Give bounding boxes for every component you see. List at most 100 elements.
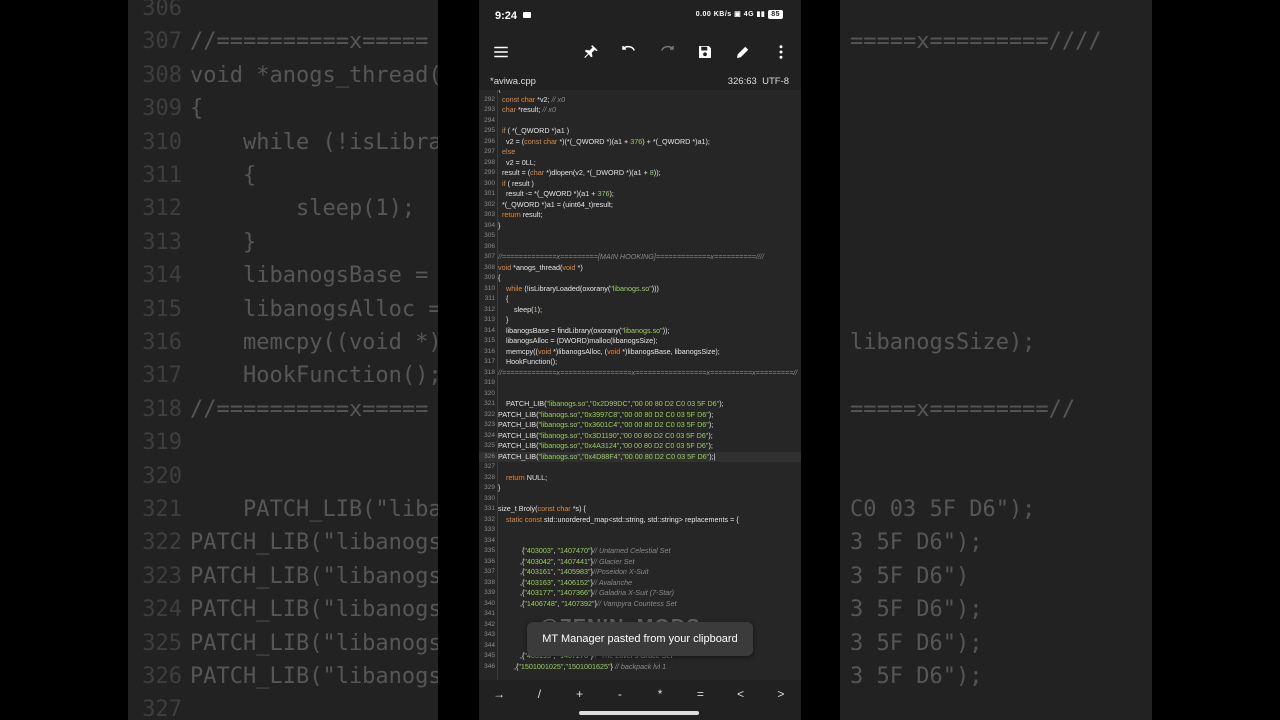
code-line[interactable]: 310 while (!isLibraryLoaded(oxorany("lib…	[479, 284, 801, 295]
line-number: 298	[484, 158, 495, 166]
background-line-text: PATCH_LIB("libanogs.	[190, 630, 455, 656]
code-line[interactable]: 335 {"403003", "1407470"}// Untamed Cele…	[479, 546, 801, 557]
code-editor[interactable]: 291{292 const char *v2; // x0293 char *r…	[479, 90, 801, 680]
symbol-key[interactable]: *	[640, 680, 680, 708]
symbol-key[interactable]: +	[560, 680, 600, 708]
code-line[interactable]: 346 ,{"1501001025","1501001625"} // back…	[479, 662, 801, 673]
undo-icon[interactable]	[617, 40, 641, 64]
line-number: 342	[484, 620, 495, 628]
code-line[interactable]: 317 HookFunction();	[479, 357, 801, 368]
background-line-text: {	[190, 96, 204, 122]
line-number: 333	[484, 526, 495, 533]
more-options-icon[interactable]	[769, 40, 793, 64]
code-line[interactable]: 294	[479, 116, 801, 127]
line-number: 294	[484, 116, 495, 124]
background-code-fragment: 3 5F D6");	[850, 530, 983, 556]
code-line[interactable]: 313 }	[479, 315, 801, 326]
background-line-text: sleep(1);	[190, 196, 416, 222]
code-line[interactable]: 338 ,{"403163", "1406152"}// Avalanche	[479, 578, 801, 589]
line-number: 324	[484, 431, 495, 439]
code-line[interactable]: 333	[479, 525, 801, 536]
line-number: 325	[484, 442, 495, 449]
symbol-key[interactable]: <	[721, 680, 761, 708]
clipboard-toast: MT Manager pasted from your clipboard	[527, 622, 753, 656]
code-line[interactable]: 315 libanogsAlloc = (DWORD)malloc(libano…	[479, 336, 801, 347]
cursor-position: 326:63 UTF-8	[728, 76, 789, 87]
line-number: 331	[484, 505, 495, 512]
line-number: 345	[484, 652, 495, 659]
code-text: ,{"403163", "1406152"}// Avalanche	[498, 577, 633, 587]
code-line[interactable]: 296 v2 = (const char *)(*(_QWORD *)(a1 +…	[479, 137, 801, 148]
pin-icon[interactable]	[579, 40, 603, 64]
code-line[interactable]: 325 PATCH_LIB("libanogs.so","0x4A3124","0…	[479, 441, 801, 452]
line-number: 314	[484, 326, 495, 334]
code-line[interactable]: 321 PATCH_LIB("libanogs.so","0x2D99DC","…	[479, 399, 801, 410]
background-line-number: 306	[142, 0, 182, 21]
code-line[interactable]: 331 size_t Broly(const char *s) {	[479, 504, 801, 515]
code-line[interactable]: 311 {	[479, 294, 801, 305]
code-line[interactable]: 340 ,{"1406748", "1407392"}// Vampyra Co…	[479, 599, 801, 610]
code-line[interactable]: 328 return NULL;	[479, 473, 801, 484]
background-line-text: libanogsBase = fi	[190, 263, 469, 289]
edit-pencil-icon[interactable]	[731, 40, 755, 64]
code-line[interactable]: 316 memcpy((void *)libanogsAlloc, (void …	[479, 347, 801, 358]
line-number: 316	[484, 347, 495, 355]
symbol-key[interactable]: -	[600, 680, 640, 708]
code-text: ,{"1501001025","1501001625"} // backpack…	[498, 661, 667, 671]
code-text: size_t Broly(const char *s) {	[498, 504, 586, 513]
code-line[interactable]: 308 void *anogs_thread(void *)	[479, 263, 801, 274]
redo-icon[interactable]	[655, 40, 679, 64]
code-line[interactable]: 302 *(_QWORD *)a1 = (uint64_t)result;	[479, 200, 801, 211]
home-indicator[interactable]	[579, 711, 699, 715]
code-line[interactable]: 326 PATCH_LIB("libanogs.so","0x4D88F4","0…	[479, 451, 801, 462]
code-line[interactable]: 318//=============x=================x===…	[479, 368, 801, 379]
symbol-key[interactable]: →	[479, 680, 519, 708]
symbol-key[interactable]: =	[680, 680, 720, 708]
code-line[interactable]: 292 const char *v2; // x0	[479, 95, 801, 106]
background-code-fragment: 3 5F D6")	[850, 563, 970, 589]
code-line[interactable]: 334	[479, 536, 801, 547]
code-line[interactable]: 330	[479, 494, 801, 505]
symbol-key[interactable]: >	[761, 680, 801, 708]
code-line[interactable]: 301 result -= *(_QWORD *)(a1 + 376);	[479, 189, 801, 200]
code-line[interactable]: 299 result = (char *)dlopen(v2, *(_DWORD…	[479, 168, 801, 179]
code-line[interactable]: 295 if ( *(_QWORD *)a1 )	[479, 126, 801, 137]
code-line[interactable]: 303 return result;	[479, 210, 801, 221]
code-text: libanogsBase = findLibrary(oxorany("liba…	[498, 325, 670, 335]
code-line[interactable]: 293 char *result; // x0	[479, 105, 801, 116]
code-line[interactable]: 304}	[479, 221, 801, 232]
code-line[interactable]: 324 PATCH_LIB("libanogs.so","0x3D1190","0…	[479, 431, 801, 442]
code-line[interactable]: 327	[479, 462, 801, 473]
code-line[interactable]: 300 if ( result )	[479, 179, 801, 190]
code-line[interactable]: 305	[479, 231, 801, 242]
background-line-number: 326	[142, 664, 182, 689]
code-line[interactable]: 298 v2 = 0LL;	[479, 158, 801, 169]
code-line[interactable]: 314 libanogsBase = findLibrary(oxorany("…	[479, 326, 801, 337]
symbol-key[interactable]: /	[519, 680, 559, 708]
line-number: 332	[484, 515, 495, 523]
code-line[interactable]: 336 ,{"403042", "1407441"}// Glacier Set	[479, 557, 801, 568]
code-line[interactable]: 307//=============x=========[MAIN HOOKIN…	[479, 252, 801, 263]
file-encoding: UTF-8	[762, 76, 789, 87]
line-number: 320	[484, 389, 495, 397]
code-text: void *anogs_thread(void *)	[498, 262, 583, 272]
save-icon[interactable]	[693, 40, 717, 64]
status-bar: 9:24 0.00 KB/s ▣ 4G ▮▮ 85	[479, 0, 801, 32]
code-line[interactable]: 329}	[479, 483, 801, 494]
code-line[interactable]: 337 ,{"403161", "1405983"}//Poseidon X-S…	[479, 567, 801, 578]
code-line[interactable]: 306	[479, 242, 801, 253]
background-line-number: 307	[142, 29, 182, 55]
background-line-text: PATCH_LIB("libanogs.	[190, 664, 455, 689]
menu-icon[interactable]	[489, 40, 513, 64]
code-line[interactable]: 319	[479, 378, 801, 389]
code-line[interactable]: 339 ,{"403177", "1407366"}// Galadria X-…	[479, 588, 801, 599]
code-line[interactable]: 322 PATCH_LIB("libanogs.so","0x3997C8","0…	[479, 410, 801, 421]
code-text: {"403003", "1407470"}// Untamed Celestia…	[498, 546, 671, 555]
code-line[interactable]: 312 sleep(1);	[479, 305, 801, 316]
code-line[interactable]: 332 static const std::unordered_map<std:…	[479, 515, 801, 526]
code-line[interactable]: 309{	[479, 273, 801, 284]
code-line[interactable]: 320	[479, 389, 801, 400]
code-line[interactable]: 323 PATCH_LIB("libanogs.so","0x3601C4","0…	[479, 420, 801, 431]
line-number: 297	[484, 148, 495, 155]
code-line[interactable]: 297 else	[479, 147, 801, 158]
